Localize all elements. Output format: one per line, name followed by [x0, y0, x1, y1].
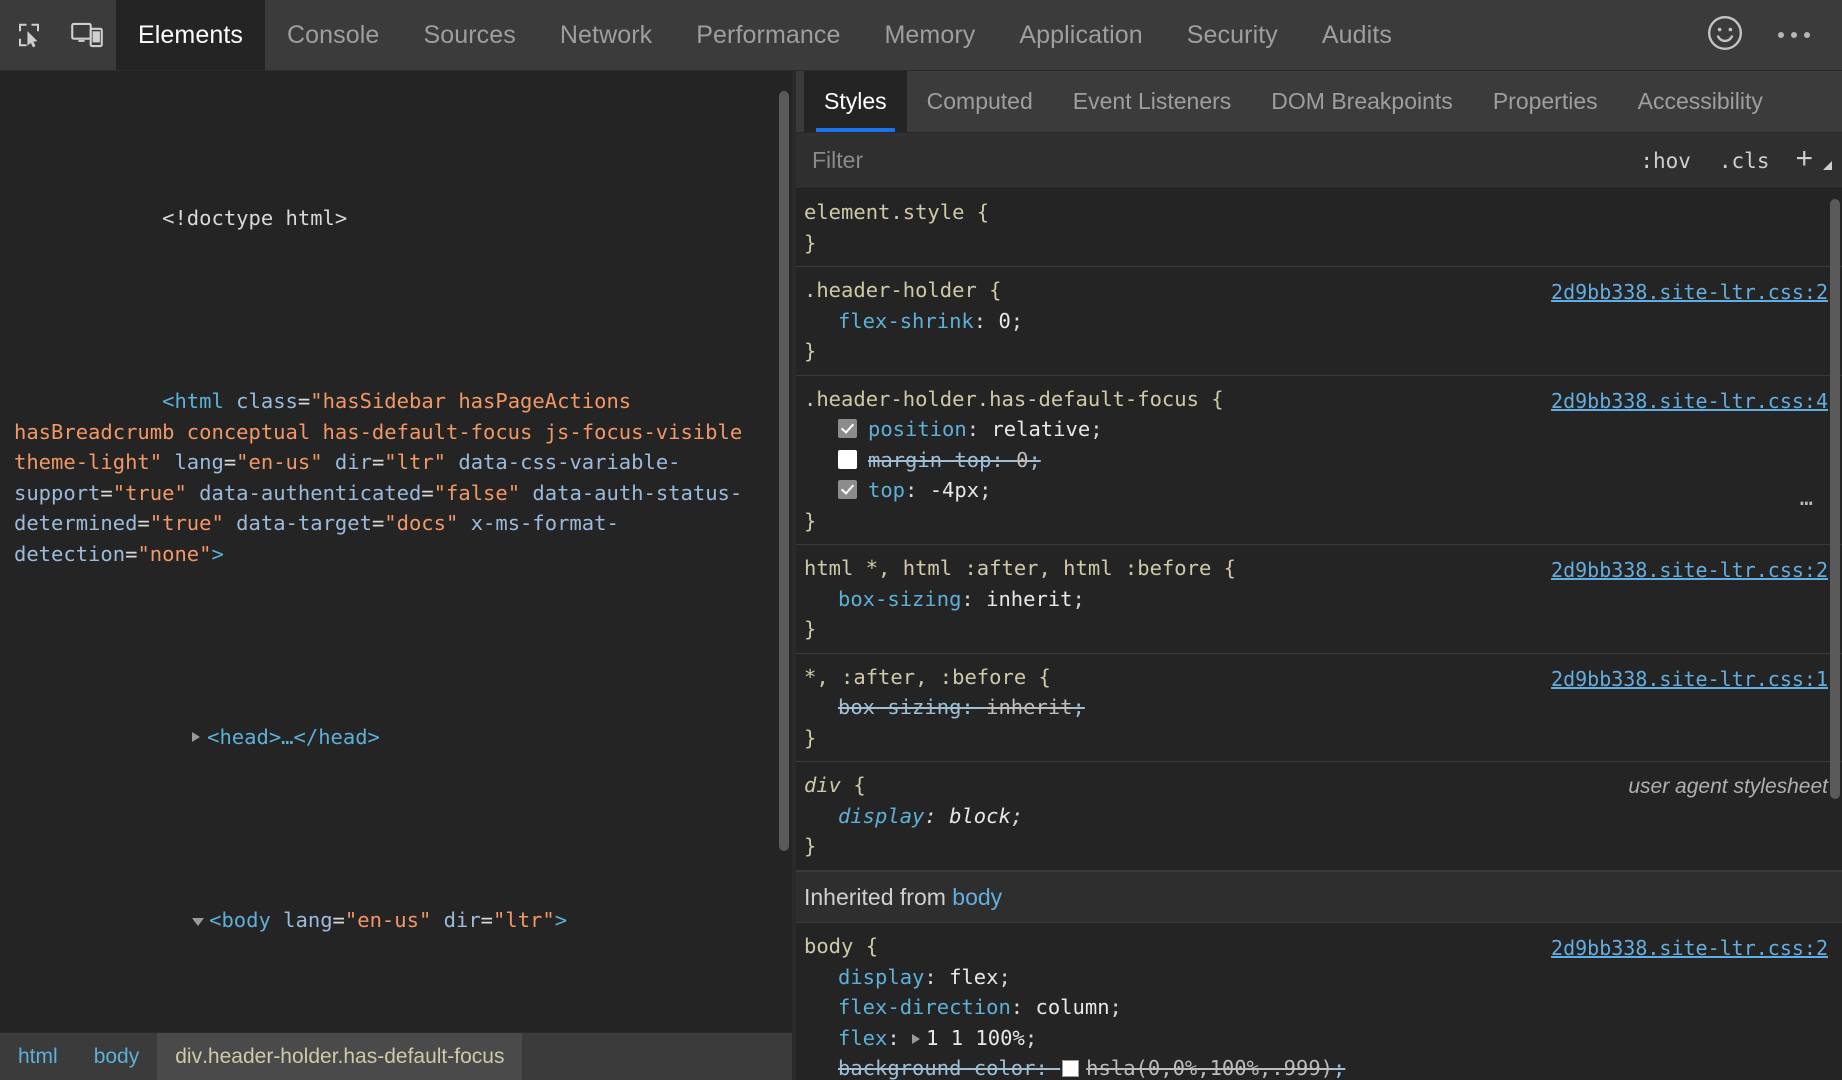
tab-properties[interactable]: Properties — [1473, 71, 1618, 132]
tab-performance[interactable]: Performance — [674, 0, 862, 70]
dot-2 — [1791, 32, 1797, 38]
devtools-panel-tabs: Elements Console Sources Network Perform… — [116, 0, 1414, 70]
smiley-face-glyph — [1706, 14, 1744, 52]
tab-memory[interactable]: Memory — [862, 0, 997, 70]
user-agent-stylesheet-label: user agent stylesheet — [1628, 772, 1828, 803]
tab-audits[interactable]: Audits — [1300, 0, 1414, 70]
breadcrumb-item-body[interactable]: body — [76, 1033, 158, 1080]
css-close-brace: } — [804, 228, 1842, 259]
inspect-element-glyph — [14, 20, 44, 50]
device-toolbar-icon[interactable] — [58, 0, 116, 70]
dom-node-body[interactable]: <body lang="en-us" dir="ltr"> — [0, 874, 784, 966]
dom-node-html[interactable]: <html class="hasSidebar hasPageActions h… — [0, 356, 784, 600]
rule-overflow-dots[interactable]: … — [1800, 484, 1816, 515]
inherited-node-link[interactable]: body — [952, 884, 1002, 910]
css-declaration[interactable]: box-sizing: inherit; — [804, 584, 1842, 615]
toolbar-right-actions — [1706, 0, 1842, 70]
dom-tree: <!doctype html> <html class="hasSidebar … — [0, 81, 792, 1032]
css-rule-header-holder-has-default-focus[interactable]: 2d9bb338.site-ltr.css:4 .header-holder.h… — [796, 376, 1842, 546]
css-declaration-flex[interactable]: flex: 1 1 100%; — [804, 1023, 1842, 1054]
declaration-checkbox[interactable] — [838, 480, 857, 499]
declaration-checkbox[interactable] — [838, 450, 857, 469]
css-source-link[interactable]: 2d9bb338.site-ltr.css:4 — [1551, 386, 1828, 417]
dom-node-doctype[interactable]: <!doctype html> — [0, 173, 784, 265]
css-close-brace: } — [804, 336, 1842, 367]
tab-dom-breakpoints[interactable]: DOM Breakpoints — [1251, 71, 1473, 132]
collapse-triangle-icon[interactable] — [192, 918, 204, 926]
tab-computed[interactable]: Computed — [907, 71, 1053, 132]
plus-icon: + — [1783, 144, 1825, 178]
css-declaration-position[interactable]: position: relative; — [804, 414, 1842, 445]
css-source-link[interactable]: 2d9bb338.site-ltr.css:2 — [1551, 555, 1828, 586]
css-rule-element-style[interactable]: element.style { } — [796, 189, 1842, 267]
css-declaration-margin-top[interactable]: margin-top: 0; — [804, 445, 1842, 476]
toggle-element-state-button[interactable]: :hov — [1626, 143, 1705, 179]
devtools-main-toolbar: Elements Console Sources Network Perform… — [0, 0, 1842, 71]
tab-network[interactable]: Network — [538, 0, 674, 70]
css-source-link[interactable]: 2d9bb338.site-ltr.css:2 — [1551, 933, 1828, 964]
device-toolbar-glyph — [71, 20, 103, 50]
css-close-brace: } — [804, 723, 1842, 754]
tab-elements[interactable]: Elements — [116, 0, 265, 70]
css-selector[interactable]: element.style { — [804, 197, 1842, 228]
dot-1 — [1778, 32, 1784, 38]
dot-3 — [1804, 32, 1810, 38]
styles-sidebar-pane: Styles Computed Event Listeners DOM Brea… — [796, 71, 1842, 1080]
tab-console[interactable]: Console — [265, 0, 401, 70]
css-source-link[interactable]: 2d9bb338.site-ltr.css:2 — [1551, 277, 1828, 308]
tab-security[interactable]: Security — [1165, 0, 1300, 70]
devtools-window: Elements Console Sources Network Perform… — [0, 0, 1842, 1080]
css-rule-div-useragent[interactable]: user agent stylesheet div { display: blo… — [796, 762, 1842, 871]
dom-breadcrumb-bar: html body div.header-holder.has-default-… — [0, 1032, 792, 1080]
styles-filter-bar: :hov .cls + — [796, 133, 1842, 189]
css-close-brace: } — [804, 614, 1842, 645]
inspect-element-icon[interactable] — [0, 0, 58, 70]
tab-styles[interactable]: Styles — [804, 71, 907, 132]
dom-tree-scroll-area[interactable]: <!doctype html> <html class="hasSidebar … — [0, 71, 792, 1032]
css-declaration-display[interactable]: display: flex; — [804, 962, 1842, 993]
css-close-brace: } — [804, 831, 1842, 862]
css-declaration-background-color-disabled[interactable]: background-color: hsla(0,0%,100%,.999); — [804, 1053, 1842, 1080]
styles-filter-input[interactable] — [796, 147, 1626, 174]
css-rule-body[interactable]: 2d9bb338.site-ltr.css:2 body { display: … — [796, 923, 1842, 1080]
styles-sidebar-tabs: Styles Computed Event Listeners DOM Brea… — [796, 71, 1842, 133]
css-rule-html-universal[interactable]: 2d9bb338.site-ltr.css:2 html *, html :af… — [796, 545, 1842, 654]
more-options-icon[interactable] — [1770, 22, 1818, 48]
css-rule-universal[interactable]: 2d9bb338.site-ltr.css:1 *, :after, :befo… — [796, 654, 1842, 763]
css-rule-header-holder[interactable]: 2d9bb338.site-ltr.css:2 .header-holder {… — [796, 267, 1842, 376]
expand-triangle-icon[interactable] — [192, 732, 200, 742]
inherited-from-header: Inherited from body — [796, 871, 1842, 924]
styles-rules-list[interactable]: element.style { } 2d9bb338.site-ltr.css:… — [796, 189, 1842, 1080]
tab-event-listeners[interactable]: Event Listeners — [1053, 71, 1252, 132]
toggle-class-editor-button[interactable]: .cls — [1705, 143, 1784, 179]
css-source-link[interactable]: 2d9bb338.site-ltr.css:1 — [1551, 664, 1828, 695]
css-declaration-top[interactable]: top: -4px; — [804, 475, 1842, 506]
expand-shorthand-icon[interactable] — [912, 1034, 920, 1044]
styles-scrollbar-track[interactable] — [1828, 189, 1842, 1080]
css-declaration[interactable]: box-sizing: inherit; — [804, 692, 1842, 723]
tab-application[interactable]: Application — [997, 0, 1164, 70]
devtools-main-area: <!doctype html> <html class="hasSidebar … — [0, 71, 1842, 1080]
tab-accessibility[interactable]: Accessibility — [1618, 71, 1783, 132]
smiley-face-icon[interactable] — [1706, 14, 1744, 57]
css-declaration[interactable]: flex-shrink: 0; — [804, 306, 1842, 337]
elements-dom-tree-pane: <!doctype html> <html class="hasSidebar … — [0, 71, 792, 1080]
corner-icon — [1823, 161, 1832, 170]
inherited-label: Inherited from — [804, 884, 946, 910]
tab-sources[interactable]: Sources — [401, 0, 537, 70]
breadcrumb-item-html[interactable]: html — [0, 1033, 76, 1080]
css-declaration-flex-direction[interactable]: flex-direction: column; — [804, 992, 1842, 1023]
declaration-checkbox[interactable] — [838, 419, 857, 438]
dom-tree-scrollbar[interactable] — [779, 91, 789, 851]
css-declaration: display: block; — [804, 801, 1842, 832]
dom-node-head[interactable]: <head>…</head> — [0, 691, 784, 783]
new-style-rule-button[interactable]: + — [1783, 144, 1832, 178]
styles-scrollbar-thumb[interactable] — [1830, 199, 1840, 799]
color-swatch[interactable] — [1062, 1060, 1079, 1077]
breadcrumb-item-div-header-holder[interactable]: div.header-holder.has-default-focus — [157, 1033, 522, 1080]
